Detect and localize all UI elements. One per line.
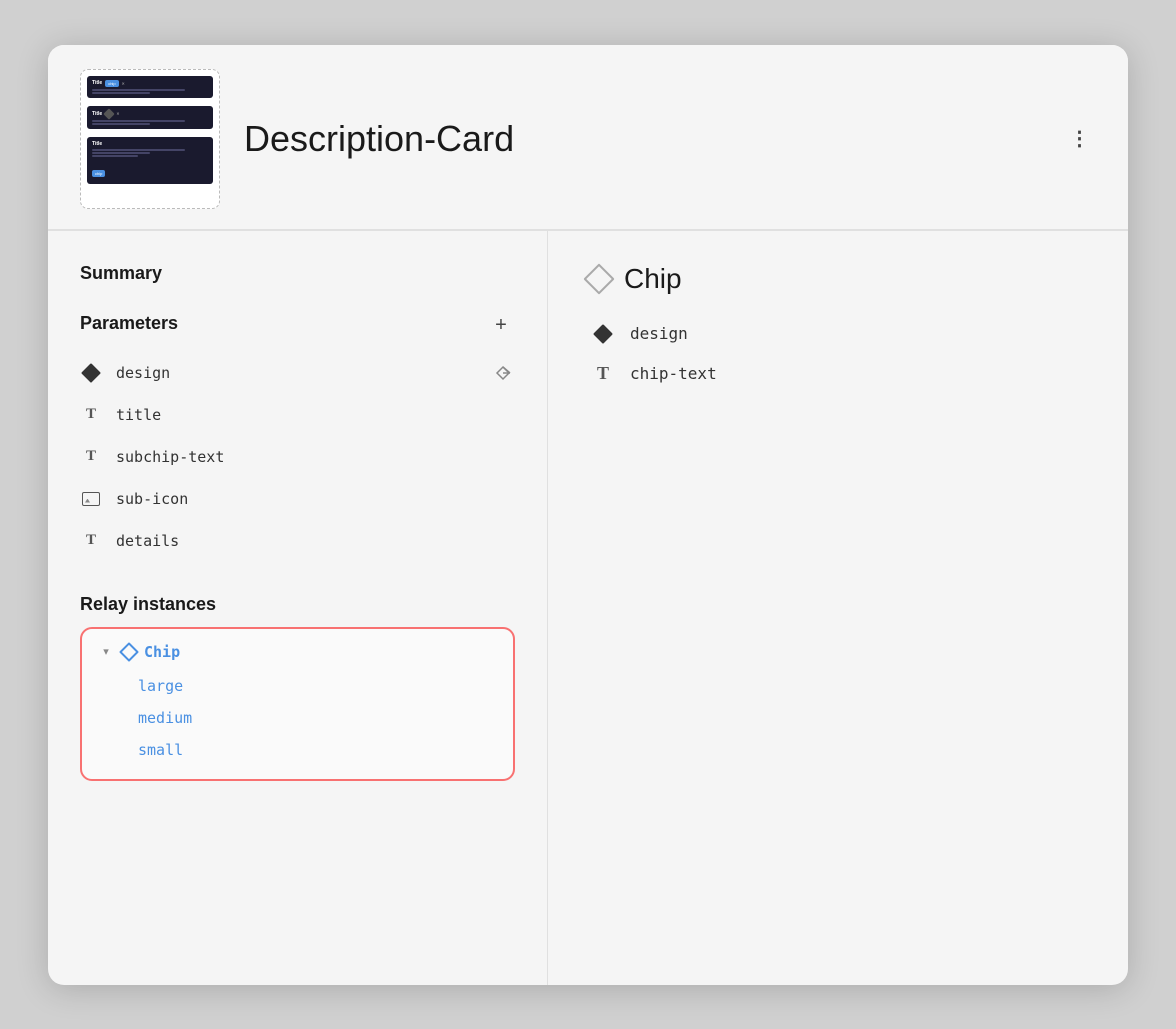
param-design-label: design — [116, 364, 515, 382]
right-param-chip-text-label: chip-text — [630, 364, 717, 383]
right-param-list: design T chip-text — [588, 323, 1088, 385]
right-chip-header: Chip — [588, 263, 1088, 295]
relay-sub-items: large medium small — [98, 671, 497, 765]
relay-chip-header[interactable]: ▾ Chip — [98, 643, 497, 661]
main-content: Summary Parameters + design — [48, 230, 1128, 985]
parameters-heading: Parameters — [80, 313, 178, 334]
summary-section: Summary — [80, 263, 515, 288]
add-parameter-button[interactable]: + — [487, 312, 515, 340]
param-sub-icon[interactable]: sub-icon — [80, 478, 515, 520]
diamond-filled-icon — [80, 362, 102, 384]
relay-instances-heading: Relay instances — [80, 594, 515, 615]
left-panel: Summary Parameters + design — [48, 231, 548, 985]
param-design[interactable]: design — [80, 352, 515, 394]
relay-sub-item-large[interactable]: large — [138, 671, 497, 701]
right-param-design: design — [592, 323, 1088, 345]
right-param-design-label: design — [630, 324, 688, 343]
t-icon-title: T — [80, 404, 102, 426]
param-title[interactable]: T title — [80, 394, 515, 436]
right-param-chip-text: T chip-text — [592, 363, 1088, 385]
image-icon-sub-icon — [80, 488, 102, 510]
page-title: Description-Card — [244, 118, 1040, 160]
right-t-icon: T — [592, 363, 614, 385]
relay-sub-item-medium[interactable]: medium — [138, 703, 497, 733]
param-title-label: title — [116, 406, 515, 424]
param-details[interactable]: T details — [80, 520, 515, 562]
relay-chip-label: Chip — [144, 643, 180, 661]
right-diamond-filled-icon — [592, 323, 614, 345]
menu-button[interactable]: ⋮ — [1064, 123, 1096, 155]
summary-heading: Summary — [80, 263, 515, 284]
param-sub-icon-label: sub-icon — [116, 490, 515, 508]
param-design-arrow[interactable] — [491, 361, 515, 385]
t-icon-details: T — [80, 530, 102, 552]
chevron-down-icon[interactable]: ▾ — [98, 644, 114, 660]
relay-instances-box: ▾ Chip large medium small — [80, 627, 515, 781]
thumbnail-preview: Title chip ✕ Title ✕ — [80, 69, 220, 209]
relay-instances-section: Relay instances ▾ Chip large medium smal… — [80, 594, 515, 781]
right-chip-title: Chip — [624, 263, 682, 295]
relay-sub-item-small[interactable]: small — [138, 735, 497, 765]
header: Title chip ✕ Title ✕ — [48, 45, 1128, 230]
diamond-outline-large-icon — [583, 263, 614, 294]
parameters-section: Parameters + design — [80, 312, 515, 562]
t-icon-subchip: T — [80, 446, 102, 468]
main-card: Title chip ✕ Title ✕ — [48, 45, 1128, 985]
diamond-outline-icon — [119, 642, 139, 662]
parameter-list: design T — [80, 352, 515, 562]
param-details-label: details — [116, 532, 515, 550]
right-panel: Chip design T chip-text — [548, 231, 1128, 985]
param-subchip-text-label: subchip-text — [116, 448, 515, 466]
param-subchip-text[interactable]: T subchip-text — [80, 436, 515, 478]
